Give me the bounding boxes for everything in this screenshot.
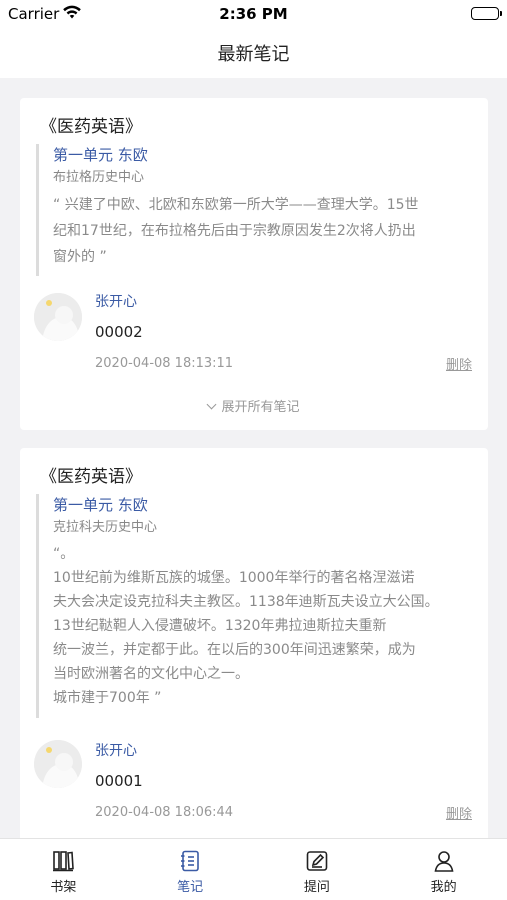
chapter-title: 第一单元 东欧 <box>53 146 148 164</box>
battery-icon <box>471 7 502 20</box>
tab-bar: 书架 笔记 提问 我的 <box>0 838 507 900</box>
tab-bookshelf[interactable]: 书架 <box>0 839 127 900</box>
delete-button[interactable]: 删除 <box>446 354 472 373</box>
notes-list[interactable]: 《医药英语》 第一单元 东欧 布拉格历史中心 “ 兴建了中欧、北欧和东欧第一所大… <box>0 78 507 838</box>
notes-icon <box>178 849 202 873</box>
tab-label: 书架 <box>50 880 77 895</box>
note-card: 《医药英语》 第一单元 东欧 布拉格历史中心 “ 兴建了中欧、北欧和东欧第一所大… <box>20 98 488 430</box>
edit-question-icon <box>305 849 329 873</box>
excerpt-text: “。 10世纪前为维斯瓦族的城堡。1000年举行的著名格涅滋诺 夫大会决定设克拉… <box>53 546 439 706</box>
note-text: 00001 <box>95 772 143 790</box>
tab-label: 提问 <box>303 880 330 895</box>
note-author: 张开心 <box>95 743 137 759</box>
note-text: 00002 <box>95 323 143 341</box>
nav-bar: 最新笔记 <box>0 28 507 78</box>
page-title: 最新笔记 <box>217 44 290 65</box>
bookshelf-icon <box>51 849 75 873</box>
quote-block: 第一单元 东欧 布拉格历史中心 “ 兴建了中欧、北欧和东欧第一所大学——查理大学… <box>36 144 466 276</box>
clock: 2:36 PM <box>219 5 288 23</box>
avatar <box>34 293 82 341</box>
note-timestamp: 2020-04-08 18:13:11 <box>95 356 234 371</box>
tab-profile[interactable]: 我的 <box>380 839 507 900</box>
section-title: 布拉格历史中心 <box>53 170 145 185</box>
chapter-title: 第一单元 东欧 <box>53 496 148 514</box>
excerpt-text: “ 兴建了中欧、北欧和东欧第一所大学——查理大学。15世 纪和17世纪，在布拉格… <box>53 197 419 265</box>
quote-block: 第一单元 东欧 克拉科夫历史中心 “。 10世纪前为维斯瓦族的城堡。1000年举… <box>36 494 466 718</box>
delete-button[interactable]: 删除 <box>446 803 472 822</box>
note-author: 张开心 <box>95 294 137 310</box>
book-title: 《医药英语》 <box>40 117 142 137</box>
tab-notes[interactable]: 笔记 <box>127 839 254 900</box>
profile-icon <box>432 849 456 873</box>
tab-label: 我的 <box>430 880 457 895</box>
status-bar: Carrier 2:36 PM <box>0 0 507 28</box>
expand-label: 展开所有笔记 <box>221 400 300 415</box>
book-title: 《医药英语》 <box>40 467 142 487</box>
note-card: 《医药英语》 第一单元 东欧 克拉科夫历史中心 “。 10世纪前为维斯瓦族的城堡… <box>20 448 488 838</box>
expand-all-notes-button[interactable]: 展开所有笔记 <box>20 396 488 415</box>
tab-label: 笔记 <box>177 880 204 895</box>
chevron-down-icon <box>207 399 217 410</box>
note-timestamp: 2020-04-08 18:06:44 <box>95 805 234 820</box>
section-title: 克拉科夫历史中心 <box>53 520 158 535</box>
tab-questions[interactable]: 提问 <box>254 839 381 900</box>
avatar <box>34 740 82 788</box>
